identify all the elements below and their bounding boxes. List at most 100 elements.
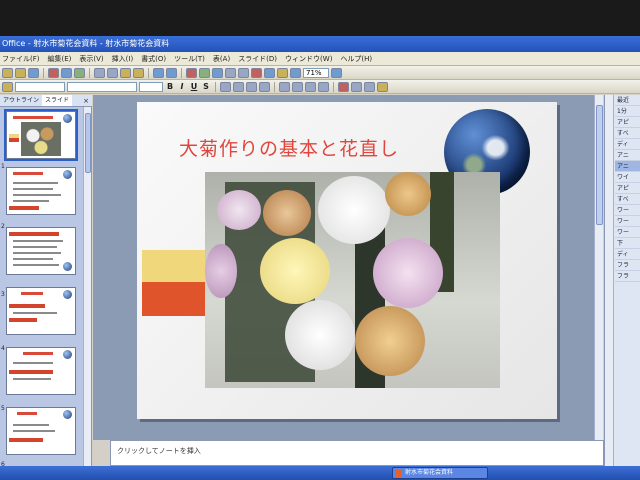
menu-file[interactable]: ファイル(F) (2, 52, 40, 65)
thumb-title (13, 116, 53, 119)
slide-thumbnail-3[interactable] (6, 227, 76, 275)
slide-thumbnail-4[interactable] (6, 287, 76, 335)
task-pane-item[interactable]: ワー (615, 227, 640, 238)
save-icon[interactable] (28, 67, 39, 78)
slide-thumbnail-2[interactable] (6, 167, 76, 215)
task-pane-item[interactable]: ワイ (615, 172, 640, 183)
font-size-select[interactable] (139, 81, 163, 92)
menu-table[interactable]: 表(A) (213, 52, 230, 65)
redo-icon[interactable] (166, 67, 177, 78)
align-center-icon[interactable] (233, 81, 244, 92)
undo-icon[interactable] (153, 67, 164, 78)
taskbar-window-button[interactable]: 射水市菊花会資料 (392, 467, 488, 479)
zoom-select[interactable]: 71% (303, 67, 329, 78)
paste-icon[interactable] (120, 67, 131, 78)
italic-button[interactable]: I (177, 82, 187, 91)
bold-button[interactable]: B (165, 82, 175, 91)
format-painter-icon[interactable] (133, 67, 144, 78)
thumb-line (13, 252, 61, 254)
flower-white (285, 300, 355, 370)
thumb-photo (21, 122, 61, 156)
pane-close-icon[interactable]: × (80, 95, 92, 106)
scrollbar-thumb[interactable] (85, 113, 91, 173)
open-icon[interactable] (15, 67, 26, 78)
decrease-font-icon[interactable] (364, 81, 375, 92)
color-grayscale-icon[interactable] (264, 67, 275, 78)
menu-insert[interactable]: 挿入(I) (112, 52, 134, 65)
table-icon[interactable] (199, 67, 210, 78)
task-pane-item[interactable]: フラ (615, 271, 640, 282)
print-icon[interactable] (48, 67, 59, 78)
task-pane-item[interactable]: アニ (615, 161, 640, 172)
preview-icon[interactable] (61, 67, 72, 78)
globe-icon (63, 350, 72, 359)
current-slide[interactable]: 大菊作りの基本と花直し (137, 102, 557, 419)
task-pane-item[interactable]: ディ (615, 139, 640, 150)
new-icon[interactable] (2, 67, 13, 78)
menu-slide[interactable]: スライド(D) (238, 52, 277, 65)
task-pane-item[interactable]: 1分 (615, 106, 640, 117)
increase-font-icon[interactable] (351, 81, 362, 92)
notes-pane[interactable]: クリックしてノートを挿入 (110, 440, 604, 466)
task-pane-scrollbar[interactable] (605, 95, 614, 480)
indent-icon[interactable] (305, 81, 316, 92)
task-pane-item[interactable]: すべ (615, 194, 640, 205)
slide-title[interactable]: 大菊作りの基本と花直し (179, 134, 399, 161)
new-slide-icon[interactable] (290, 67, 301, 78)
spellcheck-icon[interactable] (74, 67, 85, 78)
bullets-icon[interactable] (292, 81, 303, 92)
task-pane-item[interactable]: 最近 (615, 95, 640, 106)
menu-tools[interactable]: ツール(T) (174, 52, 205, 65)
task-pane-item[interactable]: ワー (615, 205, 640, 216)
task-pane-item[interactable]: 下 (615, 238, 640, 249)
task-pane-item[interactable]: フラ (615, 260, 640, 271)
slide-thumbnail-5[interactable] (6, 347, 76, 395)
task-pane-item[interactable]: アニ (615, 150, 640, 161)
menu-window[interactable]: ウィンドウ(W) (285, 52, 332, 65)
shadow-button[interactable]: S (201, 82, 211, 91)
menu-format[interactable]: 書式(O) (141, 52, 166, 65)
menu-help[interactable]: ヘルプ(H) (340, 52, 372, 65)
slide-number: 3 (1, 291, 5, 298)
task-pane-item[interactable]: すべ (615, 128, 640, 139)
thumb-line (13, 182, 58, 184)
grid-icon[interactable] (251, 67, 262, 78)
chrysanthemum-photo[interactable] (205, 172, 500, 388)
task-pane-item[interactable]: アピ (615, 183, 640, 194)
align-left-icon[interactable] (220, 81, 231, 92)
slide-thumbnail-6[interactable] (6, 407, 76, 455)
slide-thumbnail-1[interactable] (4, 109, 78, 161)
font-family-select[interactable] (67, 81, 137, 92)
title-bar[interactable]: Office - 射水市菊花会資料 - 射水市菊花会資料 (0, 36, 640, 52)
menu-edit[interactable]: 編集(E) (48, 52, 72, 65)
table-insert-icon[interactable] (212, 67, 223, 78)
slides-pane-scrollbar[interactable] (83, 107, 91, 480)
help-icon[interactable] (331, 67, 342, 78)
slide-vertical-scrollbar[interactable] (594, 95, 603, 440)
pane-tabs: アウトライン スライド × (0, 95, 92, 107)
font-name-select[interactable] (15, 81, 65, 92)
show-format-icon[interactable] (238, 67, 249, 78)
task-pane-item[interactable]: アピ (615, 117, 640, 128)
distribute-icon[interactable] (259, 81, 270, 92)
text-style-icon[interactable] (2, 81, 13, 92)
menu-view[interactable]: 表示(V) (79, 52, 103, 65)
expand-icon[interactable] (225, 67, 236, 78)
cut-icon[interactable] (94, 67, 105, 78)
underline-button[interactable]: U (189, 82, 199, 91)
task-pane-item[interactable]: ディ (615, 249, 640, 260)
design-icon[interactable] (377, 81, 388, 92)
copy-icon[interactable] (107, 67, 118, 78)
scrollbar-thumb[interactable] (596, 105, 603, 225)
tab-outline[interactable]: アウトライン (0, 95, 42, 106)
powerpoint-icon (395, 470, 402, 477)
task-pane-item[interactable]: ワー (615, 216, 640, 227)
chart-icon[interactable] (186, 67, 197, 78)
font-color-icon[interactable] (338, 81, 349, 92)
numbering-icon[interactable] (279, 81, 290, 92)
tab-slides[interactable]: スライド (42, 95, 73, 106)
align-right-icon[interactable] (246, 81, 257, 92)
outdent-icon[interactable] (318, 81, 329, 92)
thumb-line (13, 264, 59, 266)
slide-design-icon[interactable] (277, 67, 288, 78)
